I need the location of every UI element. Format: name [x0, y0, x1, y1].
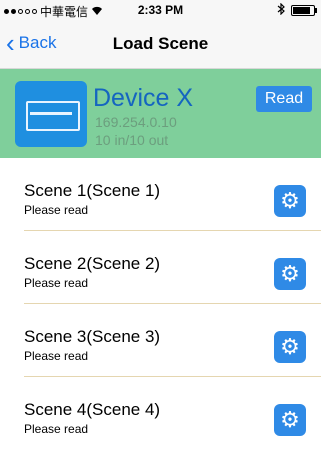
gear-icon[interactable]: ⚙ [274, 331, 306, 363]
status-time: 2:33 PM [137, 3, 184, 17]
device-name: Device X [93, 84, 194, 112]
gear-icon[interactable]: ⚙ [274, 258, 306, 290]
battery-icon [291, 5, 317, 16]
navigation-bar: ‹ Back Load Scene [0, 20, 321, 69]
scene-subtitle: Please read [24, 276, 89, 290]
scene-subtitle: Please read [24, 422, 89, 436]
scene-title: Scene 1(Scene 1) [24, 181, 161, 200]
back-button[interactable]: ‹ Back [6, 28, 57, 58]
device-io: 10 in/10 out [95, 132, 169, 148]
device-ip: 169.254.0.10 [95, 114, 177, 130]
device-icon [15, 81, 87, 147]
read-button[interactable]: Read [256, 86, 312, 112]
status-bar: 中華電信 2:33 PM [0, 0, 321, 20]
bluetooth-icon [277, 2, 285, 18]
gear-icon[interactable]: ⚙ [274, 404, 306, 436]
scene-title: Scene 2(Scene 2) [24, 254, 161, 273]
device-panel: Device X 169.254.0.10 10 in/10 out Read [0, 69, 321, 158]
scene-row[interactable]: Scene 1(Scene 1) Please read ⚙ [0, 158, 321, 231]
scene-row[interactable]: Scene 3(Scene 3) Please read ⚙ [0, 304, 321, 377]
scene-row[interactable]: Scene 2(Scene 2) Please read ⚙ [0, 231, 321, 304]
status-right [277, 2, 317, 18]
scene-title: Scene 4(Scene 4) [24, 400, 161, 419]
gear-icon[interactable]: ⚙ [274, 185, 306, 217]
scene-subtitle: Please read [24, 349, 89, 363]
scene-list: Scene 1(Scene 1) Please read ⚙ Scene 2(S… [0, 158, 321, 450]
scene-row[interactable]: Scene 4(Scene 4) Please read ⚙ [0, 377, 321, 450]
scene-title: Scene 3(Scene 3) [24, 327, 161, 346]
scene-subtitle: Please read [24, 203, 89, 217]
back-label: Back [18, 33, 57, 52]
chevron-left-icon: ‹ [6, 28, 15, 58]
